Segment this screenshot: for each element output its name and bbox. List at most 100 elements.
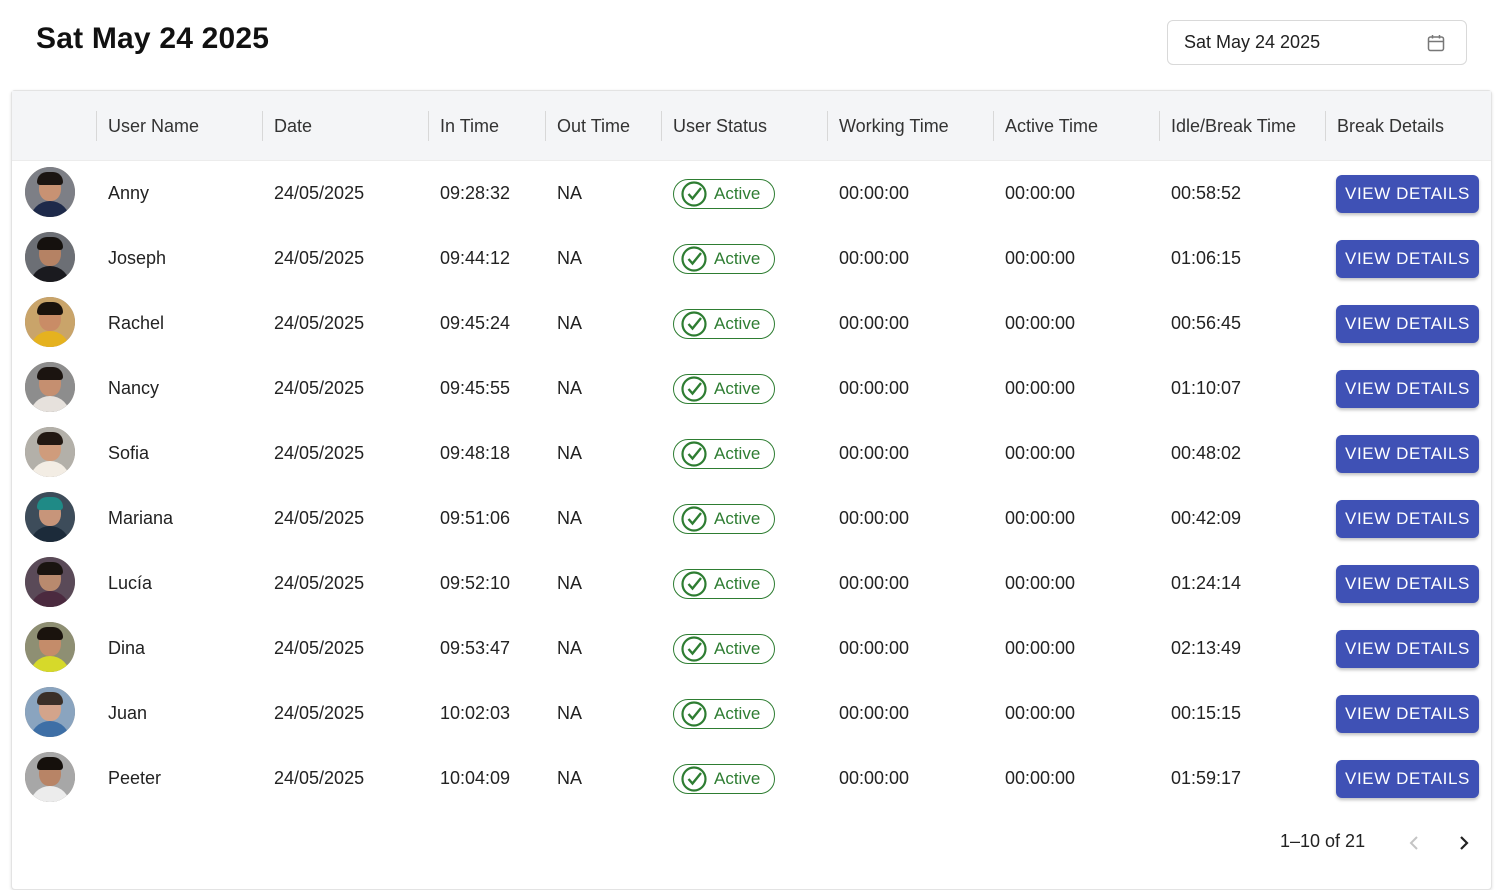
view-details-button[interactable]: VIEW DETAILS: [1336, 435, 1479, 473]
table-row: Mariana 24/05/2025 09:51:06 NA Active 00:00:0…: [12, 486, 1491, 551]
user-name-cell: Joseph: [108, 248, 167, 268]
column-separator: [96, 111, 97, 141]
date-cell: 24/05/2025: [274, 443, 365, 463]
active-time-cell: 00:00:00: [1005, 768, 1076, 788]
chevron-left-icon: [1409, 836, 1418, 850]
view-details-button[interactable]: VIEW DETAILS: [1336, 240, 1479, 278]
working-time-cell: 00:00:00: [839, 183, 910, 203]
page-title: Sat May 24 2025: [36, 22, 270, 55]
active-time-cell: 00:00:00: [1005, 638, 1076, 658]
column-separator: [545, 111, 546, 141]
table-row: Anny 24/05/2025 09:28:32 NA Active 00:00:00 00…: [12, 161, 1491, 226]
table-row: Peeter 24/05/2025 10:04:09 NA Active 00:00:00…: [12, 746, 1491, 811]
working-time-cell: 00:00:00: [839, 443, 910, 463]
user-status-cell: Active: [661, 161, 776, 226]
column-header-break-details: Break Details: [1337, 115, 1445, 136]
idle-break-time-cell: 01:59:17: [1171, 768, 1242, 788]
date-cell: 24/05/2025: [274, 703, 365, 723]
out-time-cell: NA: [557, 443, 583, 463]
out-time-cell: NA: [557, 638, 583, 658]
view-details-button[interactable]: VIEW DETAILS: [1336, 175, 1479, 213]
column-header-user-status: User Status: [673, 115, 768, 136]
status-badge: Active: [673, 698, 776, 729]
prev-page-button[interactable]: [1399, 827, 1431, 859]
avatar: [25, 752, 75, 802]
in-time-cell: 09:52:10: [440, 573, 511, 593]
active-time-cell: 00:00:00: [1005, 378, 1076, 398]
working-time-cell: 00:00:00: [839, 508, 910, 528]
active-time-cell: 00:00:00: [1005, 573, 1076, 593]
in-time-cell: 09:53:47: [440, 638, 511, 658]
view-details-button[interactable]: VIEW DETAILS: [1336, 305, 1479, 343]
date-cell: 24/05/2025: [274, 768, 365, 788]
column-header-user-name: User Name: [108, 115, 200, 136]
column-separator: [993, 111, 994, 141]
avatar: [25, 232, 75, 282]
avatar: [25, 687, 75, 737]
status-label: Active: [714, 183, 761, 203]
column-separator: [1159, 111, 1160, 141]
check-circle-icon: [681, 440, 707, 467]
view-details-button[interactable]: VIEW DETAILS: [1336, 695, 1479, 733]
avatar: [25, 492, 75, 542]
working-time-cell: 00:00:00: [839, 573, 910, 593]
user-name-cell: Rachel: [108, 313, 165, 333]
status-label: Active: [714, 508, 761, 528]
status-badge: Active: [673, 243, 776, 274]
user-status-cell: Active: [661, 551, 776, 616]
in-time-cell: 09:48:18: [440, 443, 511, 463]
view-details-button[interactable]: VIEW DETAILS: [1336, 630, 1479, 668]
user-status-cell: Active: [661, 356, 776, 421]
in-time-cell: 09:44:12: [440, 248, 511, 268]
column-header-in-time: In Time: [440, 115, 500, 136]
avatar: [25, 557, 75, 607]
view-details-button[interactable]: VIEW DETAILS: [1336, 760, 1479, 798]
working-time-cell: 00:00:00: [839, 378, 910, 398]
status-badge: Active: [673, 633, 776, 664]
column-header-out-time: Out Time: [557, 115, 631, 136]
status-label: Active: [714, 573, 761, 593]
chevron-right-icon: [1460, 836, 1469, 850]
user-status-cell: Active: [661, 681, 776, 746]
status-badge: Active: [673, 568, 776, 599]
in-time-cell: 09:45:24: [440, 313, 511, 333]
table-row: Lucía 24/05/2025 09:52:10 NA Active 00:00:00 0…: [12, 551, 1491, 616]
out-time-cell: NA: [557, 573, 583, 593]
check-circle-icon: [681, 375, 707, 402]
table-row: Sofia 24/05/2025 09:48:18 NA Active 00:00:00 0…: [12, 421, 1491, 486]
check-circle-icon: [681, 570, 707, 597]
view-details-button[interactable]: VIEW DETAILS: [1336, 500, 1479, 538]
date-picker[interactable]: Sat May 24 2025: [1167, 20, 1467, 65]
idle-break-time-cell: 00:58:52: [1171, 183, 1242, 203]
in-time-cell: 09:28:32: [440, 183, 511, 203]
table-row: Nancy 24/05/2025 09:45:55 NA Active 00:00:00 0…: [12, 356, 1491, 421]
in-time-cell: 10:04:09: [440, 768, 511, 788]
status-badge: Active: [673, 178, 776, 209]
user-name-cell: Mariana: [108, 508, 174, 528]
active-time-cell: 00:00:00: [1005, 183, 1076, 203]
next-page-button[interactable]: [1448, 827, 1480, 859]
date-picker-value: Sat May 24 2025: [1184, 32, 1321, 52]
active-time-cell: 00:00:00: [1005, 313, 1076, 333]
view-details-button[interactable]: VIEW DETAILS: [1336, 565, 1479, 603]
view-details-button[interactable]: VIEW DETAILS: [1336, 370, 1479, 408]
status-badge: Active: [673, 373, 776, 404]
status-badge: Active: [673, 438, 776, 469]
user-status-cell: Active: [661, 421, 776, 486]
status-label: Active: [714, 443, 761, 463]
user-status-cell: Active: [661, 746, 776, 811]
status-badge: Active: [673, 308, 776, 339]
date-cell: 24/05/2025: [274, 508, 365, 528]
out-time-cell: NA: [557, 313, 583, 333]
working-time-cell: 00:00:00: [839, 703, 910, 723]
out-time-cell: NA: [557, 183, 583, 203]
calendar-icon[interactable]: [1426, 33, 1446, 53]
status-label: Active: [714, 638, 761, 658]
out-time-cell: NA: [557, 768, 583, 788]
check-circle-icon: [681, 310, 707, 337]
avatar: [25, 427, 75, 477]
user-name-cell: Dina: [108, 638, 146, 658]
avatar: [25, 362, 75, 412]
column-header-avatar-col: [12, 91, 24, 161]
in-time-cell: 10:02:03: [440, 703, 511, 723]
